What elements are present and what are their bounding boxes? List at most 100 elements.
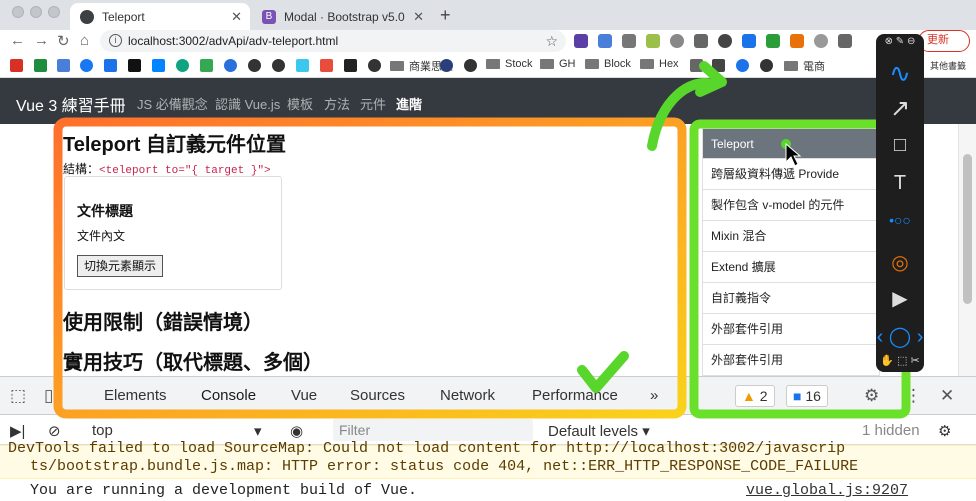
nav-link[interactable]: 模板 (287, 94, 313, 113)
extension-beta-icon[interactable] (766, 34, 780, 48)
bookmark-folder[interactable]: Stock (486, 58, 533, 70)
page-scrollbar[interactable] (958, 124, 976, 376)
folder-icon[interactable] (690, 59, 703, 72)
bookmark-icon[interactable] (104, 59, 117, 72)
tab-elements[interactable]: Elements (104, 387, 167, 404)
tab-sources[interactable]: Sources (350, 387, 405, 404)
bookmark-icon[interactable] (128, 59, 141, 72)
inspect-icon[interactable]: ⬚ (10, 386, 26, 406)
levels-dropdown[interactable]: Default levels ▾ (548, 422, 650, 440)
nav-link[interactable]: JS 必備觀念 (137, 94, 208, 113)
stroke-width-icon[interactable]: •○○ (876, 212, 924, 228)
chat-icon[interactable] (694, 34, 708, 48)
sidebar-item[interactable]: 自訂義指令 (702, 283, 880, 314)
bookmark-folder[interactable]: Hex (640, 58, 679, 70)
zhihu-icon[interactable] (152, 59, 165, 72)
sidebar-item-teleport[interactable]: Teleport (702, 128, 880, 159)
bookmark-icon[interactable] (176, 59, 189, 72)
clear-console-icon[interactable]: ⊘ (48, 422, 61, 440)
puzzle-icon[interactable] (838, 34, 852, 48)
record-icon[interactable] (718, 34, 732, 48)
adblock-icon[interactable] (670, 34, 684, 48)
bookmark-icon[interactable] (34, 59, 47, 72)
color-picker-icon[interactable]: ◎ (876, 250, 924, 275)
close-tab-icon[interactable]: ✕ (413, 9, 424, 25)
sidebar-item[interactable]: 跨層級資料傳遞 Provide (702, 159, 880, 190)
zenhub-icon[interactable] (742, 34, 756, 48)
camera-icon[interactable] (622, 34, 636, 48)
bookmark-icon[interactable] (736, 59, 749, 72)
tab-network[interactable]: Network (440, 387, 495, 404)
translate-icon[interactable] (57, 59, 70, 72)
more-options-icon[interactable]: ⋮ (905, 386, 922, 406)
sidebar-toggle-icon[interactable]: ▶| (10, 422, 25, 440)
extension-icon[interactable] (574, 34, 588, 48)
context-dropdown-icon[interactable]: ▾ (254, 422, 262, 440)
bookmark-icon[interactable] (224, 59, 237, 72)
new-tab-button[interactable]: + (440, 5, 451, 26)
more-tabs-icon[interactable]: » (650, 387, 658, 404)
log-source-link[interactable]: vue.global.js:9207 (746, 482, 908, 499)
github-icon[interactable] (248, 59, 261, 72)
nav-link[interactable]: 認識 Vue.js (215, 94, 280, 113)
toolbar-controls-icon[interactable]: ⊗ ✎ ⊖ (876, 36, 924, 47)
console-settings-icon[interactable]: ⚙ (938, 422, 951, 440)
minimize-window-icon[interactable] (30, 6, 42, 18)
device-toolbar-icon[interactable]: ▯ (44, 386, 53, 406)
bookmark-icon[interactable] (320, 59, 333, 72)
settings-gear-icon[interactable]: ⚙ (864, 386, 879, 406)
forward-icon[interactable]: → (34, 32, 49, 49)
sidebar-item[interactable]: Mixin 混合 (702, 221, 880, 252)
github-icon[interactable] (368, 59, 381, 72)
facebook-icon[interactable] (80, 59, 93, 72)
messages-badge[interactable]: ■ 16 (786, 385, 828, 407)
warnings-badge[interactable]: ▲ 2 (735, 385, 775, 407)
tab-performance[interactable]: Performance (532, 387, 618, 404)
other-bookmarks[interactable]: 其他書籤 (930, 59, 966, 72)
bookmark-icon[interactable] (440, 59, 453, 72)
nav-link[interactable]: 方法 (324, 94, 350, 113)
clock-icon[interactable] (814, 34, 828, 48)
back-icon[interactable]: ← (10, 32, 25, 49)
sidebar-item[interactable]: Extend 擴展 (702, 252, 880, 283)
gmail-icon[interactable] (10, 59, 23, 72)
close-tab-icon[interactable]: ✕ (231, 9, 242, 25)
update-button[interactable]: 更新 (918, 30, 970, 52)
close-window-icon[interactable] (12, 6, 24, 18)
sidebar-item[interactable]: 外部套件引用 (702, 314, 880, 345)
toggle-button[interactable]: 切換元素顯示 (77, 255, 164, 277)
nav-link[interactable]: 元件 (360, 94, 386, 113)
tab-console[interactable]: Console (201, 387, 256, 404)
github-icon[interactable] (464, 59, 477, 72)
pen-tool-icon[interactable]: ∿ (876, 58, 924, 89)
address-bar[interactable]: i localhost:3002/advApi/adv-teleport.htm… (100, 30, 566, 52)
close-devtools-icon[interactable]: ✕ (940, 386, 954, 406)
timer-icon[interactable]: ‹ ◯ › (876, 324, 924, 349)
home-icon[interactable]: ⌂ (80, 32, 89, 49)
sidebar-item[interactable]: 外部套件引用 (702, 345, 880, 376)
tab-teleport[interactable]: Teleport ✕ (70, 3, 250, 30)
bookmark-icon[interactable] (712, 59, 725, 72)
bookmark-folder[interactable]: 電商 (784, 58, 825, 74)
zoom-window-icon[interactable] (48, 6, 60, 18)
site-brand[interactable]: Vue 3 練習手冊 (16, 92, 126, 116)
bookmark-folder[interactable]: Block (585, 58, 631, 70)
github-icon[interactable] (760, 59, 773, 72)
chart-icon[interactable] (790, 34, 804, 48)
reload-icon[interactable]: ↻ (57, 32, 70, 50)
bookmark-icon[interactable] (296, 59, 309, 72)
filter-input[interactable]: Filter (333, 419, 533, 441)
eye-icon[interactable]: ◉ (290, 422, 303, 440)
scrollbar-thumb[interactable] (963, 154, 972, 304)
play-icon[interactable]: ▶ (876, 286, 924, 311)
bookmark-icon[interactable] (344, 59, 357, 72)
bookmark-folder[interactable]: GH (540, 58, 576, 70)
bookmark-star-icon[interactable]: ☆ (545, 30, 558, 52)
rectangle-tool-icon[interactable]: □ (876, 134, 924, 157)
github-icon[interactable] (272, 59, 285, 72)
site-info-icon[interactable]: i (109, 34, 122, 47)
extension-icon[interactable] (646, 34, 660, 48)
tab-modal-bootstrap[interactable]: B Modal · Bootstrap v5.0 ✕ (252, 3, 432, 30)
nav-link-active[interactable]: 進階 (396, 94, 422, 113)
tab-vue[interactable]: Vue (291, 387, 317, 404)
